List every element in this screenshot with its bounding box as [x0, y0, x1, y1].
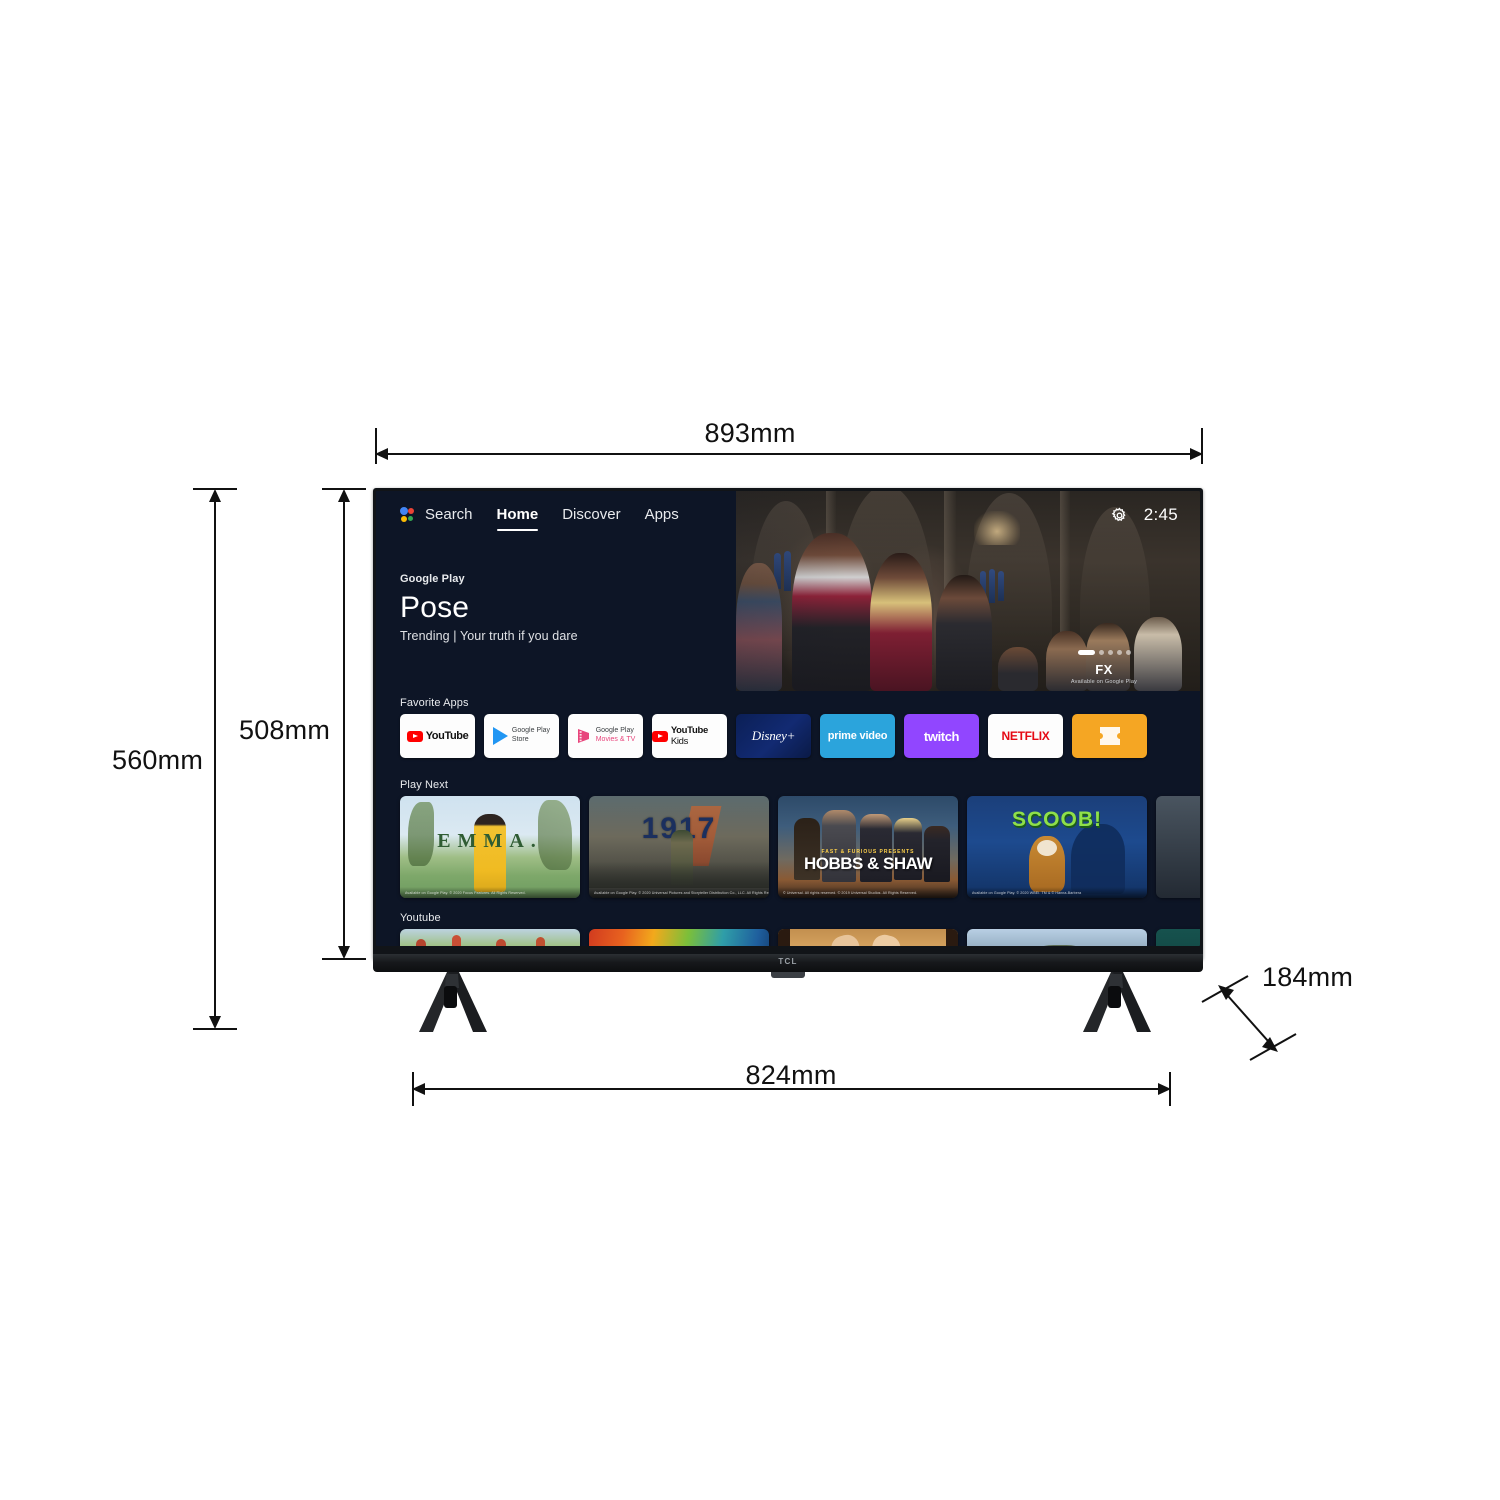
dimension-width-stand-label: 824mm	[745, 1060, 837, 1090]
settings-gear-icon[interactable]	[1111, 507, 1128, 524]
carousel-dot[interactable]	[1125, 650, 1131, 655]
carousel-dot-active[interactable]	[1077, 650, 1095, 655]
app-label-netflix: NETFLIX	[1001, 729, 1050, 743]
dimension-arrow	[412, 1083, 425, 1095]
youtube-tile-2[interactable]	[589, 929, 769, 946]
dimension-arrow	[1190, 448, 1203, 460]
top-navigation-bar: Search Home Discover Apps 2:45	[376, 491, 1200, 539]
hero-title: Pose	[400, 591, 470, 624]
row-play-next: EMMA. Available on Google Play. © 2020 F…	[400, 796, 1200, 898]
google-assistant-icon[interactable]	[400, 507, 416, 523]
app-label-youtube-kids-word1: YouTube	[670, 725, 708, 736]
app-label-disney-plus: Disney+	[751, 728, 796, 743]
play-next-caption-1917: Available on Google Play. © 2020 Univers…	[589, 887, 769, 898]
app-label-youtube: YouTube	[425, 730, 469, 742]
carousel-dots[interactable]	[1044, 650, 1164, 655]
row-youtube	[400, 929, 1200, 946]
youtube-tile-5[interactable]	[1156, 929, 1200, 946]
dimension-line	[378, 453, 1198, 455]
row-favorite-apps: YouTube Google Play Store Google Play Mo…	[400, 714, 1147, 758]
hero-brand-label: Google Play	[400, 573, 465, 585]
hero-availability-label: Available on Google Play	[1070, 679, 1138, 685]
app-tile-youtube[interactable]: YouTube	[400, 714, 475, 758]
app-tile-twitch[interactable]: twitch	[904, 714, 979, 758]
app-tile-prime-video[interactable]: prime video	[820, 714, 895, 758]
youtube-play-icon	[406, 730, 423, 742]
dimension-line	[343, 491, 345, 957]
play-next-tile-partial[interactable]	[1156, 796, 1200, 898]
app-label-play-store-line1: Google Play	[511, 727, 551, 735]
play-next-caption-scoob: Available on Google Play. © 2020 WBEI. T…	[967, 887, 1147, 898]
app-label-youtube-kids-word2: Kids	[670, 736, 689, 747]
tv-panel: Google Play Pose Trending | Your truth i…	[373, 488, 1203, 960]
ir-receiver-nub	[771, 972, 805, 978]
nav-item-apps[interactable]: Apps	[645, 506, 679, 525]
app-label-play-movies-line2: Movies & TV	[595, 736, 636, 743]
app-tile-netflix[interactable]: NETFLIX	[988, 714, 1063, 758]
youtube-tile-4[interactable]	[967, 929, 1147, 946]
dimension-arrow	[209, 489, 221, 502]
hero-subtitle: Trending | Your truth if you dare	[400, 629, 578, 644]
dimension-arrow	[338, 489, 350, 502]
app-label-prime-video: prime video	[827, 730, 888, 742]
technical-drawing-canvas: 893mm 560mm 508mm 824mm 184mm Google Pla…	[0, 0, 1500, 1500]
youtube-tile-3[interactable]	[778, 929, 958, 946]
play-next-tile-scoob[interactable]: SCOOB! Available on Google Play. © 2020 …	[967, 796, 1147, 898]
row-label-youtube: Youtube	[400, 912, 441, 924]
youtube-tile-1[interactable]	[400, 929, 580, 946]
nav-item-home[interactable]: Home	[496, 506, 538, 531]
app-tile-tickets[interactable]	[1072, 714, 1147, 758]
dimension-arrow	[338, 946, 350, 959]
dimension-arrow	[375, 448, 388, 460]
dimension-height-panel-label: 508mm	[239, 715, 331, 745]
row-label-favorite-apps: Favorite Apps	[400, 697, 469, 709]
play-next-caption-emma: Available on Google Play. © 2020 Focus F…	[400, 887, 580, 898]
play-next-tile-emma[interactable]: EMMA. Available on Google Play. © 2020 F…	[400, 796, 580, 898]
carousel-dot[interactable]	[1098, 650, 1104, 655]
dimension-height-total-label: 560mm	[112, 745, 204, 775]
nav-right-cluster: 2:45	[1111, 505, 1200, 525]
youtube-kids-play-icon	[652, 730, 668, 742]
app-label-play-store-line2: Store	[511, 736, 529, 743]
play-next-tile-hobbs-and-shaw[interactable]: FAST & FURIOUS PRESENTS HOBBS & SHAW © U…	[778, 796, 958, 898]
play-next-title-emma: EMMA.	[437, 830, 543, 852]
hero-network-badge: FX Available on Google Play	[1044, 650, 1164, 685]
carousel-dot[interactable]	[1116, 650, 1122, 655]
app-tile-disney-plus[interactable]: Disney+	[736, 714, 811, 758]
dimension-width-total-label: 893mm	[704, 418, 796, 448]
app-label-play-movies-line1: Google Play	[595, 727, 634, 735]
ticket-icon	[1099, 727, 1120, 745]
carousel-dot[interactable]	[1107, 650, 1113, 655]
hero-copy: Google Play Pose Trending | Your truth i…	[400, 573, 578, 643]
dimension-arrow	[1158, 1083, 1171, 1095]
play-movies-icon	[576, 728, 592, 744]
play-next-tile-1917[interactable]: 1917 Available on Google Play. © 2020 Un…	[589, 796, 769, 898]
app-tile-youtube-kids[interactable]: YouTube Kids	[652, 714, 727, 758]
row-label-play-next: Play Next	[400, 779, 448, 791]
dimension-line	[214, 491, 216, 1027]
tcl-brand-logo: TCL	[778, 957, 798, 966]
tv-unit: Google Play Pose Trending | Your truth i…	[373, 488, 1203, 1033]
dimension-depth-arrow	[1201, 975, 1297, 1061]
fx-network-logo: FX	[1095, 662, 1113, 677]
tv-screen: Google Play Pose Trending | Your truth i…	[376, 491, 1200, 946]
dimension-line	[415, 1088, 1166, 1090]
tv-stand-foot-right	[1063, 972, 1167, 1034]
app-tile-google-play-movies[interactable]: Google Play Movies & TV	[568, 714, 643, 758]
play-next-caption-hobbs: © Universal. All rights reserved. © 2019…	[778, 887, 958, 898]
dimension-arrow	[209, 1016, 221, 1029]
play-next-title-hobbs: HOBBS & SHAW	[803, 854, 933, 873]
tv-stand-foot-left	[399, 972, 503, 1034]
nav-item-search[interactable]: Search	[425, 506, 473, 525]
app-label-twitch: twitch	[923, 728, 960, 744]
play-next-title-scoob: SCOOB!	[1012, 808, 1102, 831]
play-store-icon	[492, 727, 508, 745]
clock-label: 2:45	[1143, 505, 1178, 524]
app-tile-google-play-store[interactable]: Google Play Store	[484, 714, 559, 758]
nav-item-discover[interactable]: Discover	[562, 506, 620, 525]
